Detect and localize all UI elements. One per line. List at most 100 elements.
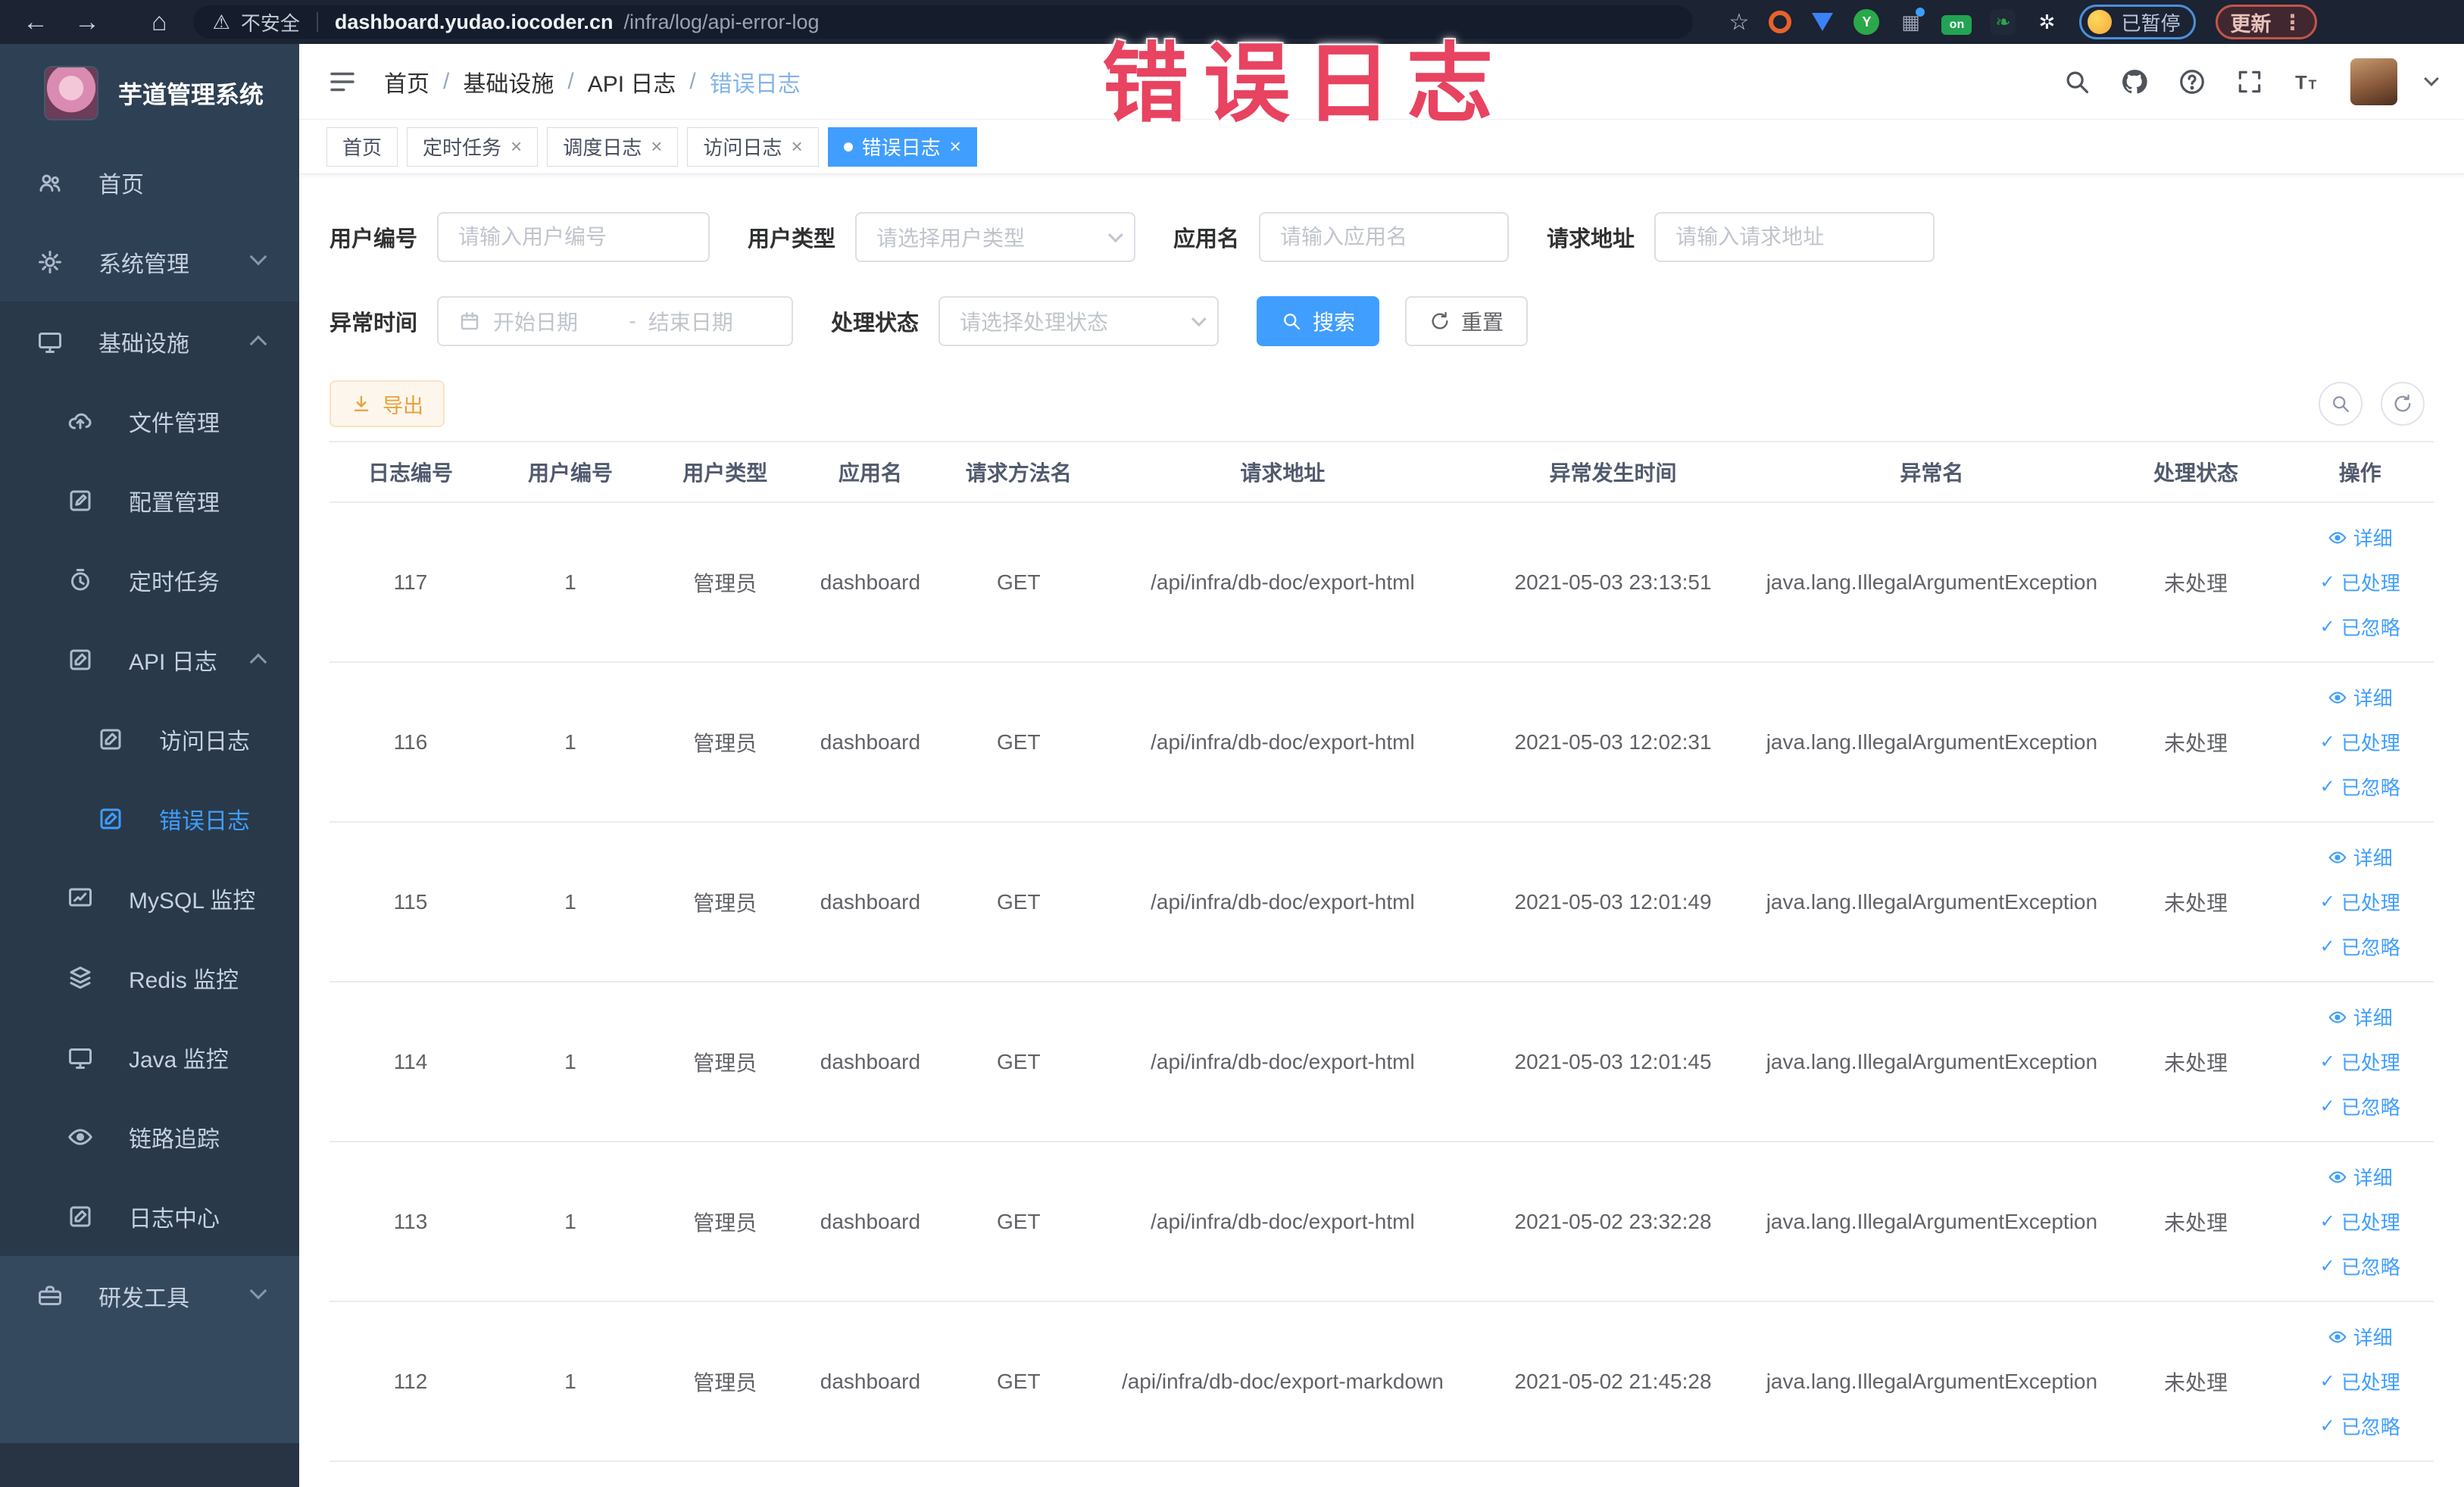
sidebar-item-0[interactable]: 首页 bbox=[0, 142, 299, 222]
extension-icon-grid[interactable]: ▦ bbox=[1897, 8, 1925, 35]
user-type-select[interactable]: 请选择用户类型 bbox=[855, 212, 1136, 262]
request-url-input[interactable] bbox=[1654, 212, 1935, 262]
user-avatar[interactable] bbox=[2350, 58, 2397, 105]
user-type-label: 用户类型 bbox=[748, 227, 836, 251]
close-icon[interactable]: × bbox=[791, 135, 802, 158]
help-icon[interactable] bbox=[2178, 67, 2206, 96]
breadcrumb-separator: / bbox=[443, 68, 450, 94]
table-row: 113 1 管理员 dashboard GET/api/infra/db-doc/exp… bbox=[329, 1142, 2434, 1302]
browser-update-button[interactable]: 更新 ⋮ bbox=[2216, 5, 2318, 39]
processed-link[interactable]: ✓ 已处理 bbox=[2320, 728, 2400, 756]
detail-link[interactable]: 详细 bbox=[2328, 683, 2393, 711]
sidebar-item-label: MySQL 监控 bbox=[129, 888, 256, 914]
home-icon[interactable]: ⌂ bbox=[151, 8, 167, 37]
breadcrumb-item-0[interactable]: 首页 bbox=[384, 65, 429, 98]
search-button[interactable]: 搜索 bbox=[1257, 296, 1380, 346]
exception-time-range-picker[interactable]: 开始日期 - 结束日期 bbox=[437, 296, 794, 346]
sidebar-logo-row[interactable]: 芋道管理系统 bbox=[0, 44, 299, 142]
ignored-link[interactable]: ✓ 已忽略 bbox=[2320, 773, 2400, 801]
processed-link[interactable]: ✓ 已处理 bbox=[2320, 568, 2400, 596]
detail-link[interactable]: 详细 bbox=[2328, 523, 2393, 551]
action-label: 已忽略 bbox=[2341, 936, 2400, 959]
cell-time: 2021-05-03 12:02:31 bbox=[1467, 662, 1759, 823]
ignored-link[interactable]: ✓ 已忽略 bbox=[2320, 1412, 2400, 1440]
ignored-link[interactable]: ✓ 已忽略 bbox=[2320, 932, 2400, 961]
sidebar-item-14[interactable]: 研发工具 bbox=[0, 1256, 299, 1335]
breadcrumb-item-2[interactable]: API 日志 bbox=[588, 65, 676, 98]
cell-method: GET bbox=[939, 822, 1098, 982]
process-status-select[interactable]: 请选择处理状态 bbox=[938, 296, 1220, 346]
user-id-input[interactable] bbox=[437, 212, 710, 262]
sidebar-item-8[interactable]: 错误日志 bbox=[0, 779, 299, 858]
processed-link[interactable]: ✓ 已处理 bbox=[2320, 1367, 2400, 1395]
tab-1[interactable]: 定时任务 × bbox=[407, 127, 539, 167]
page-content: 用户编号 用户类型 请选择用户类型 应用名 bbox=[299, 174, 2464, 1487]
sidebar-item-4[interactable]: 配置管理 bbox=[0, 461, 299, 540]
forward-icon[interactable]: → bbox=[74, 8, 100, 37]
extension-icon-leaf[interactable]: ❧ bbox=[1990, 9, 2016, 35]
tab-2[interactable]: 调度日志 × bbox=[547, 127, 679, 167]
sidebar-item-7[interactable]: 访问日志 bbox=[0, 699, 299, 779]
sidebar-item-label: API 日志 bbox=[129, 649, 217, 675]
export-button[interactable]: 导出 bbox=[329, 380, 445, 427]
extension-icon-green[interactable]: Y bbox=[1853, 9, 1880, 35]
fullscreen-icon[interactable] bbox=[2235, 67, 2264, 96]
tab-3[interactable]: 访问日志 × bbox=[687, 127, 819, 167]
toggle-search-button[interactable] bbox=[2319, 382, 2363, 426]
cell-actions: 详细 ✓ 已处理 ✓ 已忽略 bbox=[2286, 662, 2434, 823]
cell-exception: java.lang.IllegalArgumentException bbox=[1758, 822, 2106, 982]
cell-user_id: 1 bbox=[491, 1301, 650, 1462]
sidebar-item-12[interactable]: 链路追踪 bbox=[0, 1097, 299, 1176]
cell-user_id: 1 bbox=[491, 662, 650, 823]
sidebar-item-5[interactable]: 定时任务 bbox=[0, 540, 299, 620]
address-bar[interactable]: ⚠ 不安全 dashboard.yudao.iocoder.cn/infra/l… bbox=[192, 5, 1693, 39]
check-icon: ✓ bbox=[2319, 1211, 2335, 1232]
sidebar-item-2[interactable]: 基础设施 bbox=[0, 301, 299, 381]
app-name-input[interactable] bbox=[1259, 212, 1510, 262]
reset-button[interactable]: 重置 bbox=[1405, 296, 1529, 346]
close-icon[interactable]: × bbox=[511, 135, 522, 158]
bookmark-star-icon[interactable]: ☆ bbox=[1729, 9, 1750, 36]
sidebar-item-9[interactable]: MySQL 监控 bbox=[0, 858, 299, 938]
download-icon bbox=[351, 393, 372, 414]
font-size-icon[interactable]: TT bbox=[2293, 67, 2322, 96]
processed-link[interactable]: ✓ 已处理 bbox=[2320, 1048, 2400, 1076]
sidebar-item-10[interactable]: Redis 监控 bbox=[0, 938, 299, 1017]
sidebar-item-11[interactable]: Java 监控 bbox=[0, 1017, 299, 1097]
close-icon[interactable]: × bbox=[950, 135, 961, 158]
sidebar-item-3[interactable]: 文件管理 bbox=[0, 381, 299, 461]
back-icon[interactable]: ← bbox=[23, 8, 48, 37]
processed-link[interactable]: ✓ 已处理 bbox=[2320, 888, 2400, 916]
tags-view-bar: 首页 定时任务 × 调度日志 × 访问日志 × 错误日志 × bbox=[299, 120, 2464, 174]
extension-icon-paw[interactable]: ✲ bbox=[2034, 9, 2060, 35]
tab-4[interactable]: 错误日志 × bbox=[827, 127, 977, 167]
column-header-0: 日志编号 bbox=[329, 441, 492, 503]
extension-icon-badge[interactable]: on bbox=[1941, 15, 1972, 35]
detail-link[interactable]: 详细 bbox=[2328, 1003, 2393, 1031]
processed-link[interactable]: ✓ 已处理 bbox=[2320, 1207, 2400, 1236]
browser-menu-icon[interactable]: ⋮ bbox=[2281, 10, 2303, 35]
tab-0[interactable]: 首页 bbox=[326, 127, 398, 167]
close-icon[interactable]: × bbox=[651, 135, 662, 158]
search-icon[interactable] bbox=[2063, 67, 2091, 96]
breadcrumb-item-1[interactable]: 基础设施 bbox=[463, 65, 554, 98]
profile-paused-pill[interactable]: 已暂停 bbox=[2079, 5, 2197, 39]
detail-link[interactable]: 详细 bbox=[2328, 1163, 2393, 1191]
extension-icon-blue[interactable] bbox=[1810, 9, 1835, 35]
github-icon[interactable] bbox=[2120, 67, 2149, 96]
detail-link[interactable]: 详细 bbox=[2328, 1323, 2393, 1351]
briefcase-icon bbox=[36, 1282, 64, 1310]
sidebar-item-1[interactable]: 系统管理 bbox=[0, 222, 299, 301]
detail-link[interactable]: 详细 bbox=[2328, 843, 2393, 871]
ignored-link[interactable]: ✓ 已忽略 bbox=[2320, 1252, 2400, 1280]
sidebar-item-6[interactable]: API 日志 bbox=[0, 620, 299, 699]
action-label: 详细 bbox=[2353, 687, 2393, 710]
chevron-down-icon[interactable] bbox=[2424, 70, 2439, 86]
refresh-table-button[interactable] bbox=[2381, 382, 2425, 426]
ignored-link[interactable]: ✓ 已忽略 bbox=[2320, 613, 2400, 641]
sidebar-item-13[interactable]: 日志中心 bbox=[0, 1176, 299, 1256]
ignored-link[interactable]: ✓ 已忽略 bbox=[2320, 1092, 2400, 1120]
hamburger-icon[interactable] bbox=[326, 66, 358, 98]
extension-icon-orange[interactable] bbox=[1769, 11, 1792, 33]
check-icon: ✓ bbox=[2319, 776, 2335, 797]
